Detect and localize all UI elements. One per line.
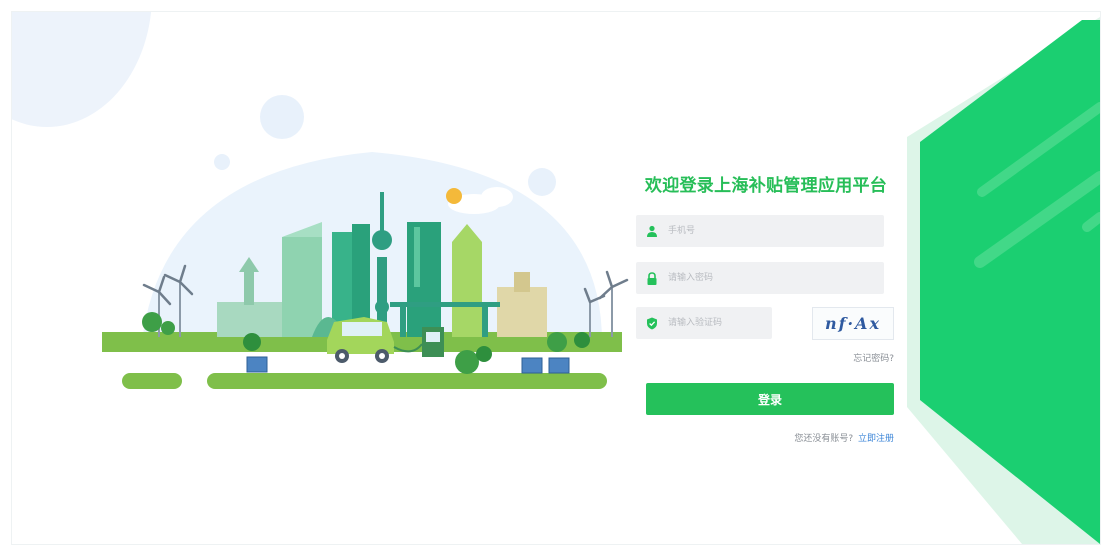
password-field[interactable] xyxy=(636,262,884,294)
register-row: 您还没有账号? 立即注册 xyxy=(794,431,894,444)
phone-field[interactable] xyxy=(636,215,884,247)
captcha-image[interactable]: nf·Ax xyxy=(812,307,894,340)
user-icon xyxy=(644,223,660,239)
no-account-text: 您还没有账号? xyxy=(794,434,854,444)
verification-code-input[interactable] xyxy=(666,317,770,329)
shield-check-icon xyxy=(644,315,660,331)
password-input[interactable] xyxy=(666,272,850,284)
captcha-text: nf·Ax xyxy=(824,314,882,333)
register-link[interactable]: 立即注册 xyxy=(858,434,894,444)
login-form: 欢迎登录上海补贴管理应用平台 nf·Ax 忘记密码? 登录 您还没有账号? xyxy=(636,157,896,457)
login-page: 欢迎登录上海补贴管理应用平台 nf·Ax 忘记密码? 登录 您还没有账号? xyxy=(12,12,1100,544)
login-title: 欢迎登录上海补贴管理应用平台 xyxy=(644,176,888,196)
forgot-password-link[interactable]: 忘记密码? xyxy=(853,351,894,364)
phone-input[interactable] xyxy=(666,225,850,237)
verification-code-field[interactable] xyxy=(636,307,772,339)
city-illustration xyxy=(102,95,629,389)
lock-icon xyxy=(644,270,660,286)
login-button[interactable]: 登录 xyxy=(646,383,894,415)
